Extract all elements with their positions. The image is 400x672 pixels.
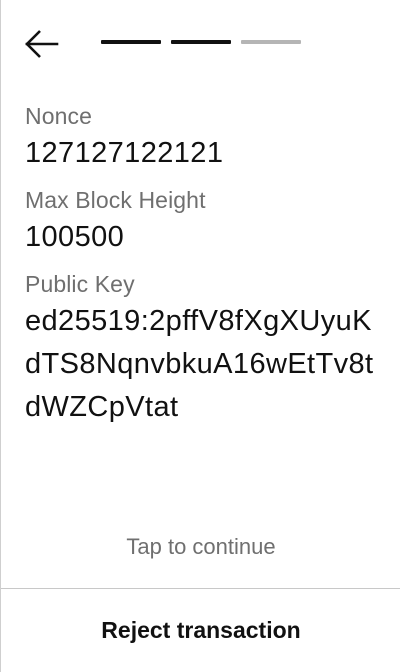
progress-step-1 <box>101 40 161 44</box>
transaction-review-screen[interactable]: Nonce 127127122121 Max Block Height 1005… <box>0 0 400 672</box>
top-bar <box>1 0 400 90</box>
progress-step-3 <box>241 40 301 44</box>
step-progress-indicator <box>101 40 301 44</box>
reject-transaction-button[interactable]: Reject transaction <box>1 589 400 672</box>
max-block-height-value: 100500 <box>25 221 125 253</box>
public-key-value: ed25519:2pffV8fXgXUyuKdTS8NqnvbkuA16wEtT… <box>25 305 374 423</box>
max-block-height-label: Max Block Height <box>25 187 206 213</box>
progress-step-2 <box>171 40 231 44</box>
transaction-details: Nonce 127127122121 Max Block Height 1005… <box>25 100 385 439</box>
nonce-value: 127127122121 <box>25 137 224 169</box>
public-key-label: Public Key <box>25 271 135 297</box>
back-button[interactable] <box>23 28 59 60</box>
tap-to-continue-hint[interactable]: Tap to continue <box>1 532 400 562</box>
nonce-label: Nonce <box>25 103 92 129</box>
back-arrow-icon <box>25 30 59 58</box>
